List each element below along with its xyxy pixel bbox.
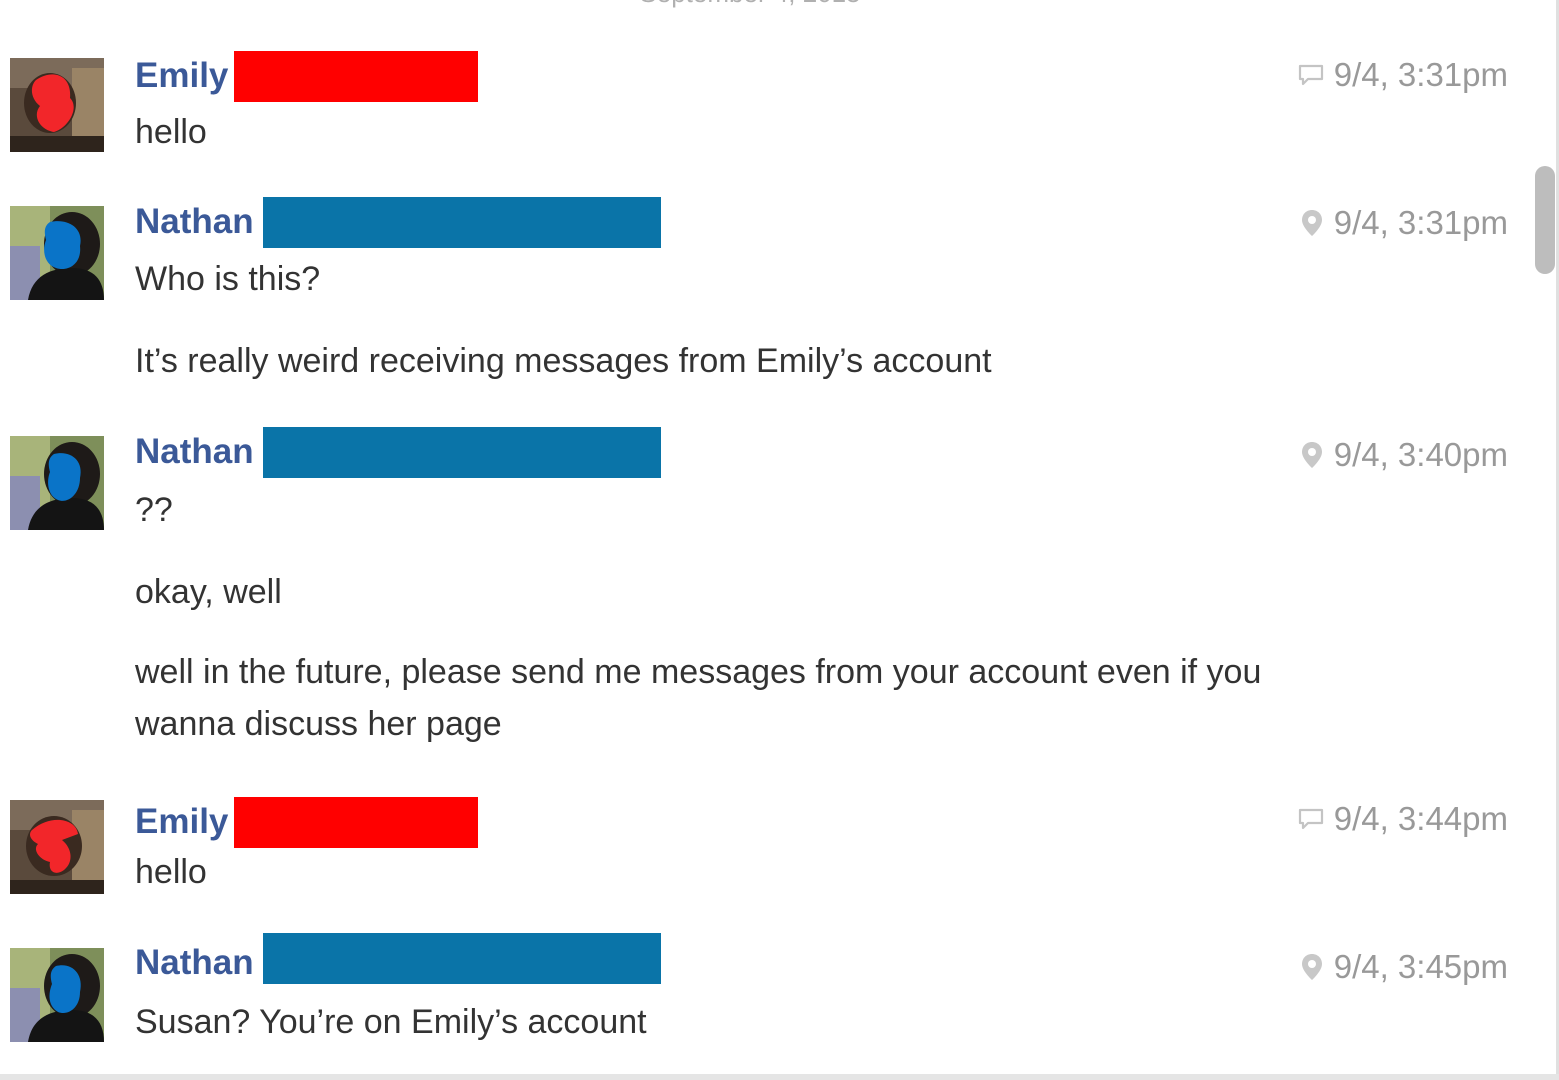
scrollbar-thumb[interactable] [1535, 166, 1555, 274]
location-pin-icon [1300, 952, 1324, 982]
message-group: Emily 9/4, 3:31pm hello [0, 50, 1520, 160]
sender-row: Nathan [135, 196, 661, 248]
timestamp-text: 9/4, 3:40pm [1333, 436, 1508, 473]
message-group: Emily 9/4, 3:44pm hello [0, 796, 1520, 906]
message-text: well in the future, please send me messa… [135, 653, 1262, 743]
redaction-box [262, 196, 661, 248]
redaction-box [262, 932, 661, 984]
chat-bubble-icon [1298, 63, 1324, 87]
sender-row: Nathan [135, 932, 661, 984]
sender-name[interactable]: Nathan [135, 196, 254, 248]
redaction-box [234, 796, 479, 848]
location-pin-icon [1300, 440, 1324, 470]
message-timestamp: 9/4, 3:44pm [1298, 800, 1508, 838]
sender-row: Nathan [135, 426, 661, 478]
sender-name[interactable]: Nathan [135, 426, 254, 478]
avatar[interactable] [10, 58, 104, 152]
redaction-box [234, 50, 479, 102]
message-timestamp: 9/4, 3:45pm [1300, 948, 1508, 986]
sender-name[interactable]: Emily [135, 50, 228, 102]
sender-name[interactable]: Nathan [135, 937, 254, 989]
message-text: It’s really weird receiving messages fro… [135, 342, 992, 380]
message-timestamp: 9/4, 3:31pm [1300, 204, 1508, 242]
message-text: okay, well [135, 573, 282, 611]
message-timestamp: 9/4, 3:40pm [1300, 436, 1508, 474]
message-text: ?? [135, 491, 173, 529]
timestamp-text: 9/4, 3:44pm [1333, 800, 1508, 837]
sender-name[interactable]: Emily [135, 796, 228, 848]
panel-border [0, 1074, 1559, 1080]
message-group: Nathan 9/4, 3:31pm Who is this? It’s rea… [0, 196, 1520, 396]
avatar[interactable] [10, 206, 104, 300]
avatar[interactable] [10, 800, 104, 894]
message-text: Who is this? [135, 260, 321, 298]
scrollbar[interactable] [1531, 0, 1559, 1080]
message-text: Susan? You’re on Emily’s account [135, 1003, 647, 1041]
message-text: hello [135, 113, 207, 151]
message-group: Nathan 9/4, 3:45pm Susan? You’re on Emil… [0, 932, 1520, 1052]
chat-bubble-icon [1298, 807, 1324, 831]
timestamp-text: 9/4, 3:31pm [1333, 204, 1508, 241]
avatar[interactable] [10, 436, 104, 530]
message-timestamp: 9/4, 3:31pm [1298, 56, 1508, 94]
sender-row: Emily [135, 50, 479, 102]
message-thread: September 4, 2015 Emily 9/4, 3:31pm hell… [0, 0, 1559, 1080]
date-divider: September 4, 2015 [0, 0, 1500, 9]
avatar[interactable] [10, 948, 104, 1042]
location-pin-icon [1300, 208, 1324, 238]
redaction-box [262, 426, 661, 478]
timestamp-text: 9/4, 3:31pm [1333, 56, 1508, 93]
message-text: hello [135, 853, 207, 891]
sender-row: Emily [135, 796, 479, 848]
message-group: Nathan 9/4, 3:40pm ?? okay, well well in… [0, 426, 1520, 756]
timestamp-text: 9/4, 3:45pm [1333, 948, 1508, 985]
